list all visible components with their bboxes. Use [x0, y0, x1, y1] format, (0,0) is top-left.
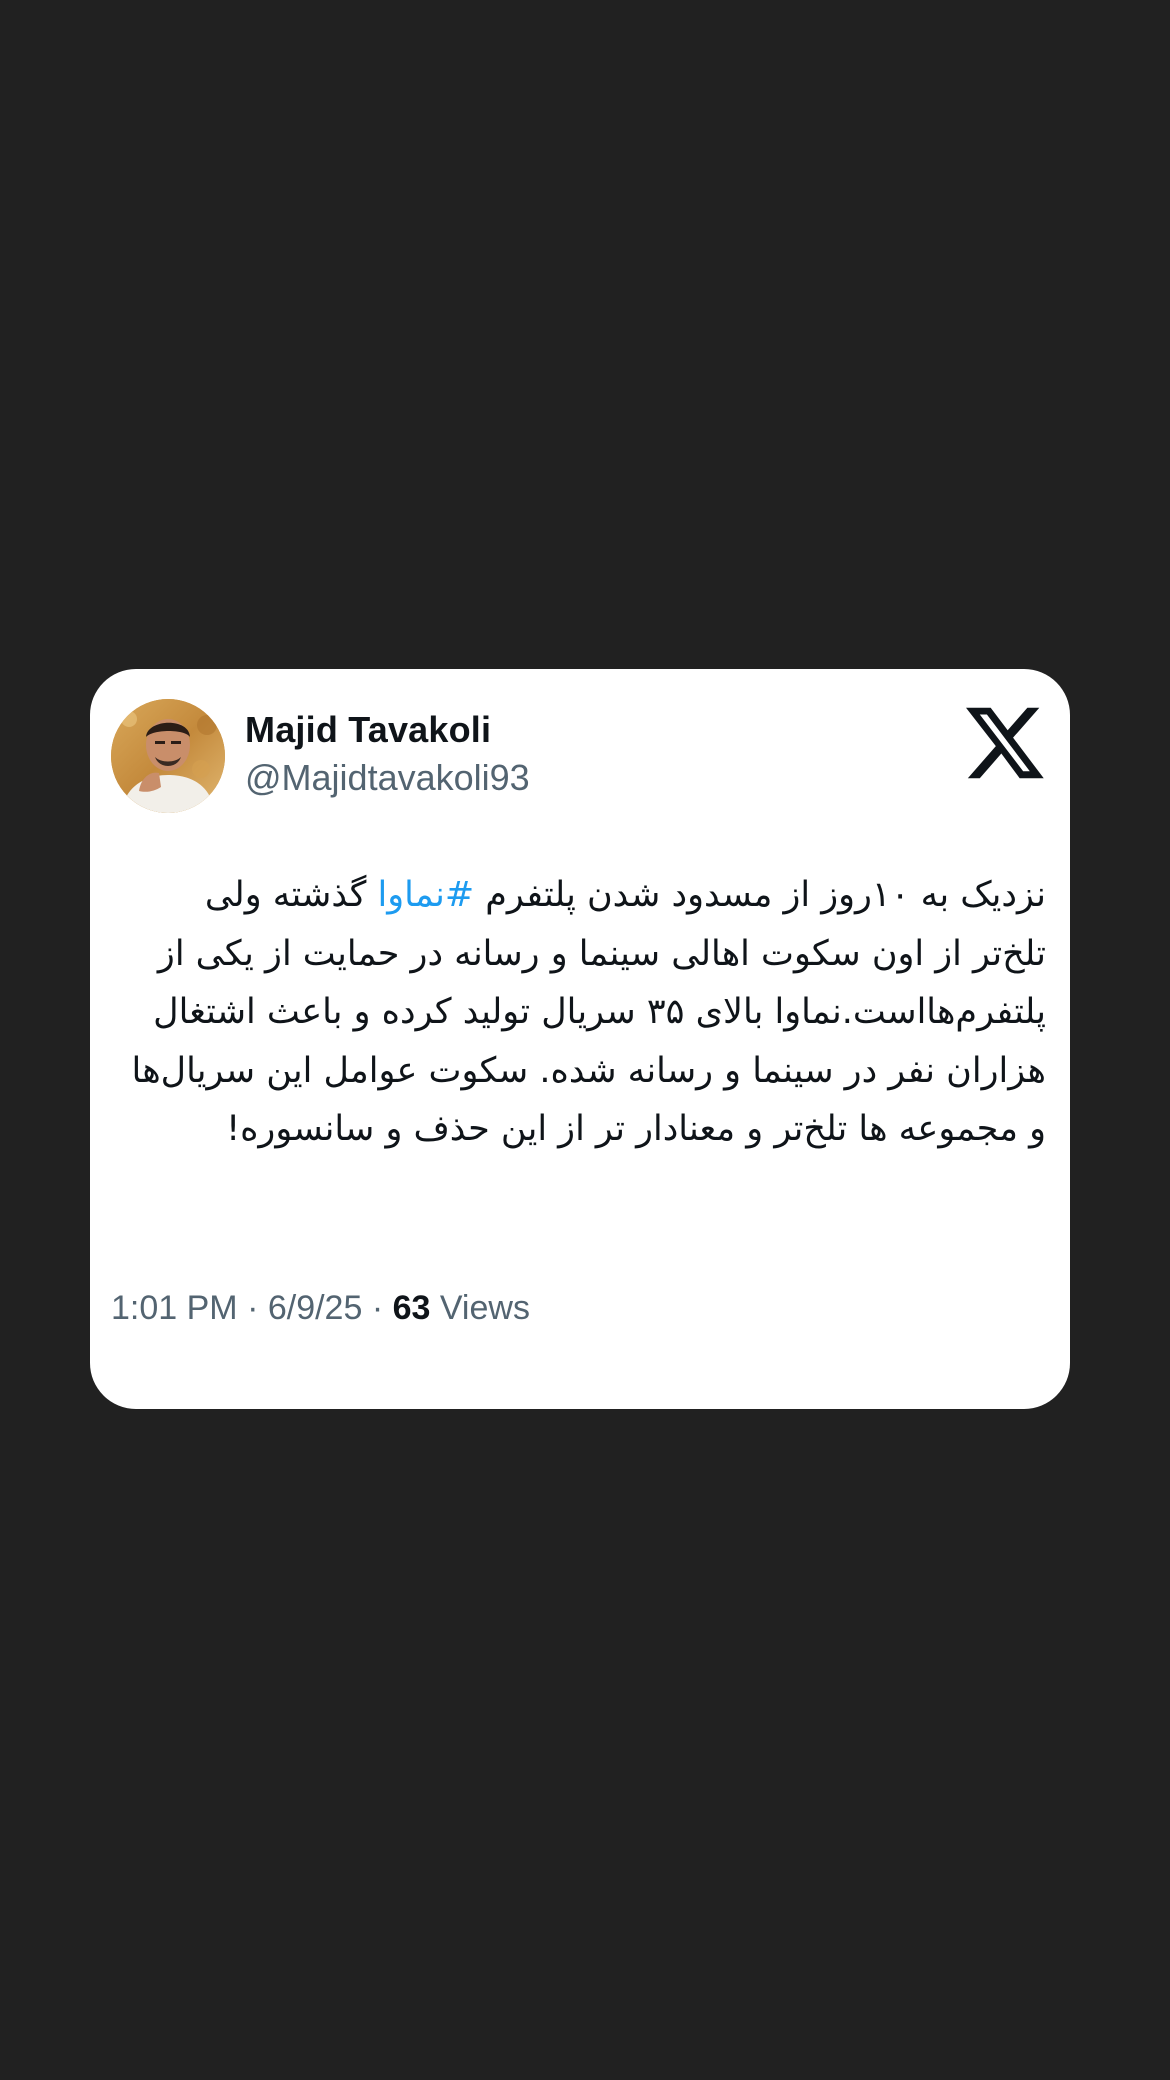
meta-separator: ·	[237, 1289, 268, 1327]
screen: Majid Tavakoli @Majidtavakoli93 نزدیک به…	[0, 0, 1170, 2080]
tweet-text-part: نزدیک به ۱۰روز از مسدود شدن پلتفرم	[474, 875, 1046, 915]
views-label: Views	[430, 1289, 530, 1327]
x-logo-icon	[966, 707, 1044, 779]
tweet-card[interactable]: Majid Tavakoli @Majidtavakoli93 نزدیک به…	[90, 669, 1070, 1409]
views-count: 63	[392, 1289, 431, 1327]
display-name[interactable]: Majid Tavakoli	[245, 709, 491, 751]
x-logo[interactable]	[966, 707, 1044, 779]
user-handle[interactable]: @Majidtavakoli93	[245, 757, 530, 799]
tweet-meta: 1:01 PM · 6/9/25 · 63 Views	[111, 1289, 530, 1328]
hashtag-link[interactable]: #نماوا	[378, 875, 475, 915]
tweet-text-part: گذشته ولی تلخ‌تر از اون سکوت اهالی سینما…	[131, 875, 1046, 1149]
tweet-date[interactable]: 6/9/25	[268, 1289, 363, 1327]
avatar[interactable]	[111, 699, 225, 813]
meta-separator: ·	[362, 1289, 393, 1327]
tweet-time[interactable]: 1:01 PM	[111, 1289, 238, 1327]
profile-photo-icon	[111, 699, 225, 813]
tweet-text: نزدیک به ۱۰روز از مسدود شدن پلتفرم #نماو…	[130, 866, 1046, 1159]
